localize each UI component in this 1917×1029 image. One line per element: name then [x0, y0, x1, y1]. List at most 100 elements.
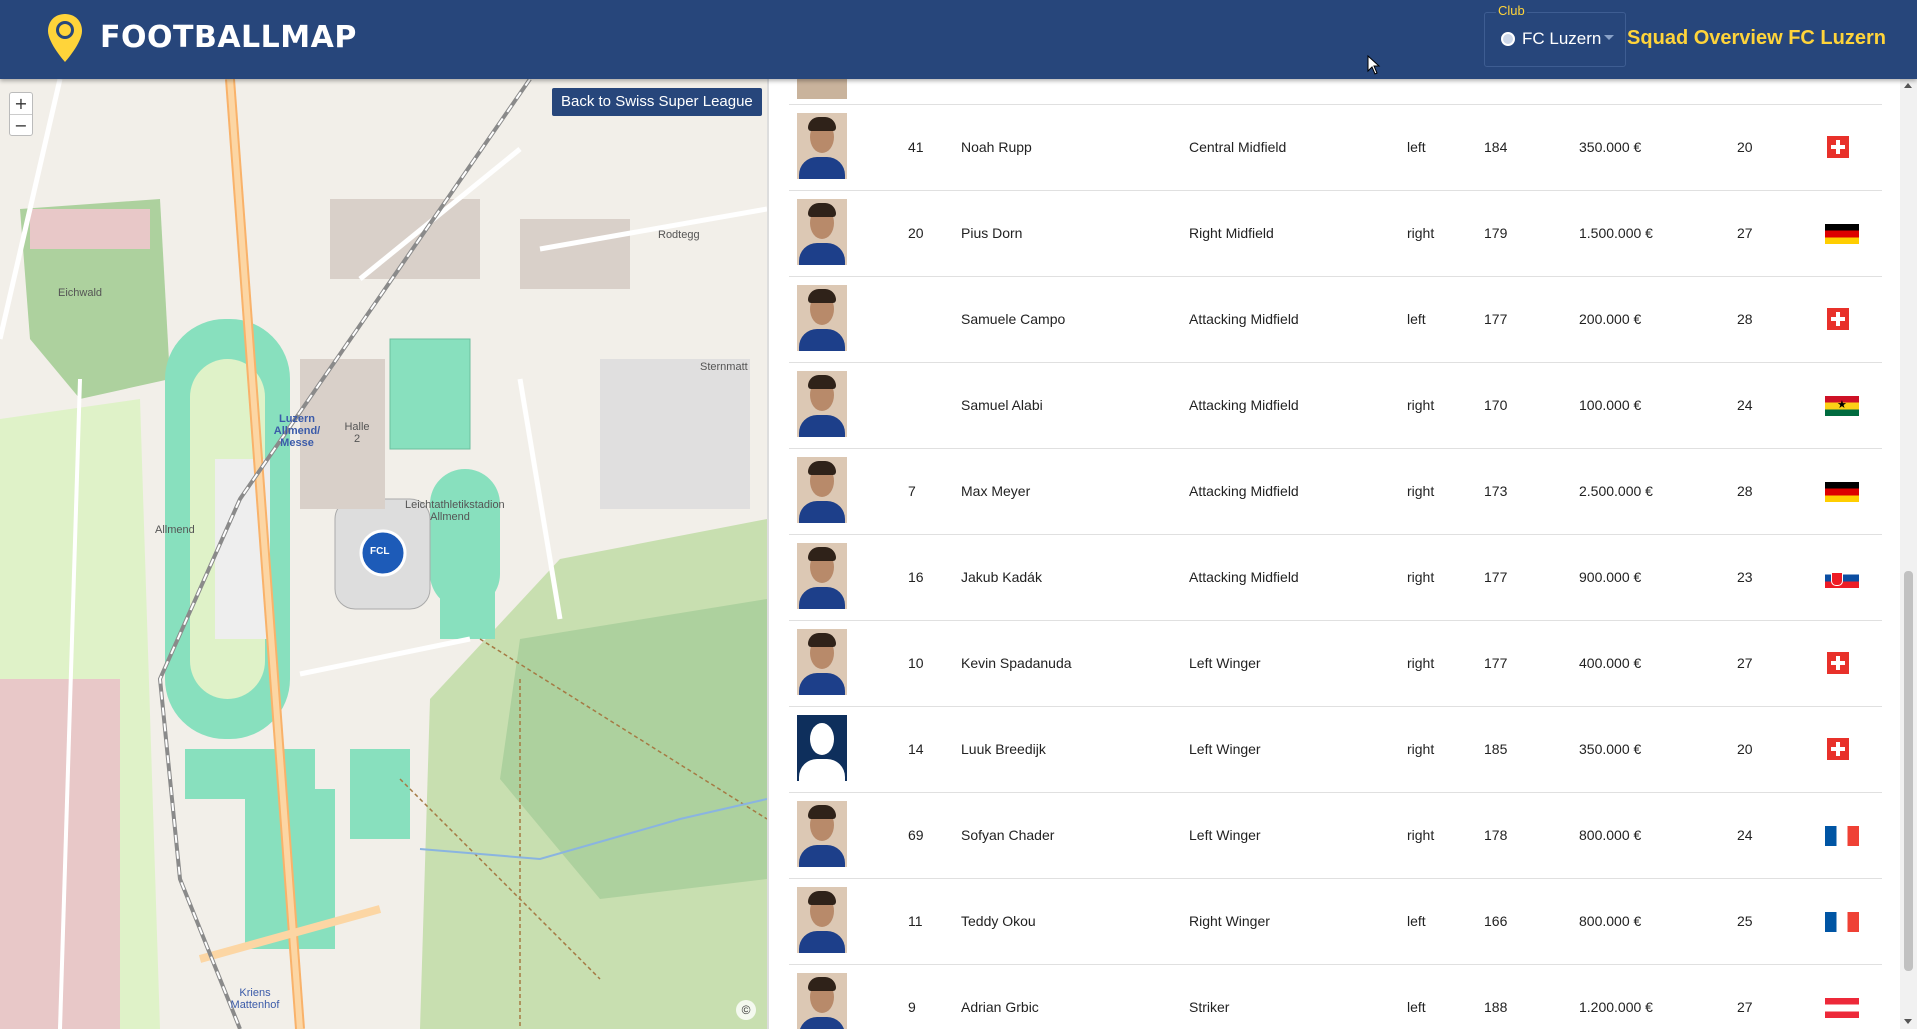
player-market-value: 1.500.000 € [1579, 225, 1653, 241]
player-age: 27 [1737, 225, 1753, 241]
zoom-in-button[interactable]: + [10, 93, 32, 114]
stadium-badge-label: FCL [370, 546, 390, 557]
player-number: 16 [908, 569, 924, 585]
player-market-value: 900.000 € [1579, 569, 1642, 585]
player-market-value: 2.500.000 € [1579, 483, 1653, 499]
player-photo [797, 543, 847, 609]
attribution-button[interactable]: © [736, 1000, 756, 1020]
nationality-flag-icon [1825, 568, 1859, 588]
app-title[interactable]: FOOTBALLMAP [100, 20, 357, 55]
player-photo [797, 371, 847, 437]
player-age: 20 [1737, 139, 1753, 155]
player-foot: right [1407, 827, 1435, 843]
map-label-station: Luzern Allmend/ Messe [273, 413, 321, 449]
table-row[interactable]: 16 Jakub Kadák Attacking Midfield right 177 9… [789, 535, 1882, 621]
player-position: Left Winger [1189, 827, 1261, 843]
player-foot: right [1407, 741, 1435, 757]
nationality-flag-icon [1825, 396, 1859, 416]
player-age: 24 [1737, 827, 1753, 843]
player-market-value: 800.000 € [1579, 827, 1642, 843]
player-foot: left [1407, 139, 1426, 155]
player-number: 11 [908, 913, 923, 929]
player-age: 28 [1737, 483, 1753, 499]
player-age: 23 [1737, 569, 1753, 585]
player-placeholder-photo [797, 715, 847, 781]
nationality-flag-icon [1827, 738, 1849, 760]
map-view[interactable]: Eichwald Allmend Rodtegg Halle 2 Luzern … [0, 79, 767, 1029]
player-name: Luuk Breedijk [961, 741, 1046, 757]
player-number: 9 [908, 999, 916, 1015]
player-foot: right [1407, 569, 1435, 585]
table-row[interactable]: 69 Sofyan Chader Left Winger right 178 800.00… [789, 793, 1882, 879]
player-number: 10 [908, 655, 924, 671]
table-row[interactable]: 11 Teddy Okou Right Winger left 166 800.000 €… [789, 879, 1882, 965]
nationality-flag-icon [1825, 998, 1859, 1018]
player-height: 173 [1484, 483, 1508, 499]
table-row[interactable]: 7 Max Meyer Attacking Midfield right 173 2.50… [789, 449, 1882, 535]
nationality-flag-icon [1825, 912, 1859, 932]
nationality-flag-icon [1827, 308, 1849, 330]
player-name: Jakub Kadák [961, 569, 1042, 585]
player-position: Right Winger [1189, 913, 1270, 929]
player-market-value: 800.000 € [1579, 913, 1642, 929]
player-height: 177 [1484, 311, 1508, 327]
club-select-value[interactable]: FC Luzern [1522, 29, 1601, 49]
player-foot: right [1407, 655, 1435, 671]
player-photo [797, 887, 847, 953]
player-foot: left [1407, 999, 1426, 1015]
table-row[interactable]: 10 Kevin Spadanuda Left Winger right 177 400.… [789, 621, 1882, 707]
player-foot: right [1407, 397, 1435, 413]
player-position: Right Midfield [1189, 225, 1274, 241]
player-number: 69 [908, 827, 924, 843]
player-height: 188 [1484, 999, 1508, 1015]
player-market-value: 100.000 € [1579, 397, 1642, 413]
player-age: 27 [1737, 999, 1753, 1015]
player-age: 24 [1737, 397, 1753, 413]
map-pin-logo-icon[interactable] [48, 14, 82, 62]
player-name: Teddy Okou [961, 913, 1036, 929]
player-foot: right [1407, 225, 1435, 241]
map-label-eichwald: Eichwald [58, 287, 103, 299]
player-height: 185 [1484, 741, 1508, 757]
player-market-value: 400.000 € [1579, 655, 1642, 671]
player-number: 20 [908, 225, 924, 241]
zoom-out-button[interactable]: − [10, 114, 32, 135]
player-position: Left Winger [1189, 655, 1261, 671]
mouse-cursor-icon [1367, 55, 1381, 75]
player-name: Samuel Alabi [961, 397, 1043, 413]
player-name: Noah Rupp [961, 139, 1032, 155]
scroll-down-icon[interactable] [1904, 1019, 1912, 1024]
nationality-flag-icon [1825, 826, 1859, 846]
zoom-control: + − [9, 92, 33, 136]
player-age: 27 [1737, 655, 1753, 671]
player-name: Samuele Campo [961, 311, 1066, 327]
map-label-allmend: Allmend [155, 524, 195, 536]
back-to-league-button[interactable]: Back to Swiss Super League [552, 88, 762, 116]
player-height: 179 [1484, 225, 1508, 241]
nationality-flag-icon [1825, 224, 1859, 244]
table-row[interactable]: 41 Noah Rupp Central Midfield left 184 350.00… [789, 105, 1882, 191]
player-position: Attacking Midfield [1189, 569, 1299, 585]
player-name: Max Meyer [961, 483, 1031, 499]
player-market-value: 200.000 € [1579, 311, 1642, 327]
player-photo [797, 285, 847, 351]
player-position: Attacking Midfield [1189, 311, 1299, 327]
table-row[interactable]: 14 Luuk Breedijk Left Winger right 185 350.00… [789, 707, 1882, 793]
table-row[interactable]: Samuele Campo Attacking Midfield left 177 20… [789, 277, 1882, 363]
scroll-up-icon[interactable] [1904, 83, 1912, 88]
player-position: Left Winger [1189, 741, 1261, 757]
table-row[interactable]: Samuel Alabi Attacking Midfield right 170 10… [789, 363, 1882, 449]
table-row [789, 79, 1882, 105]
scrollbar-thumb[interactable] [1904, 571, 1913, 971]
table-row[interactable]: 9 Adrian Grbic Striker left 188 1.200.000 € 27 [789, 965, 1882, 1029]
chevron-down-icon[interactable] [1604, 35, 1614, 40]
player-photo [797, 629, 847, 695]
map-label-rodtegg: Rodtegg [658, 229, 700, 241]
player-name: Adrian Grbic [961, 999, 1039, 1015]
player-foot: left [1407, 913, 1426, 929]
player-height: 184 [1484, 139, 1508, 155]
player-number: 14 [908, 741, 924, 757]
table-row[interactable]: 20 Pius Dorn Right Midfield right 179 1.500.0… [789, 191, 1882, 277]
player-number: 41 [908, 139, 924, 155]
scrollbar[interactable] [1900, 79, 1917, 1029]
